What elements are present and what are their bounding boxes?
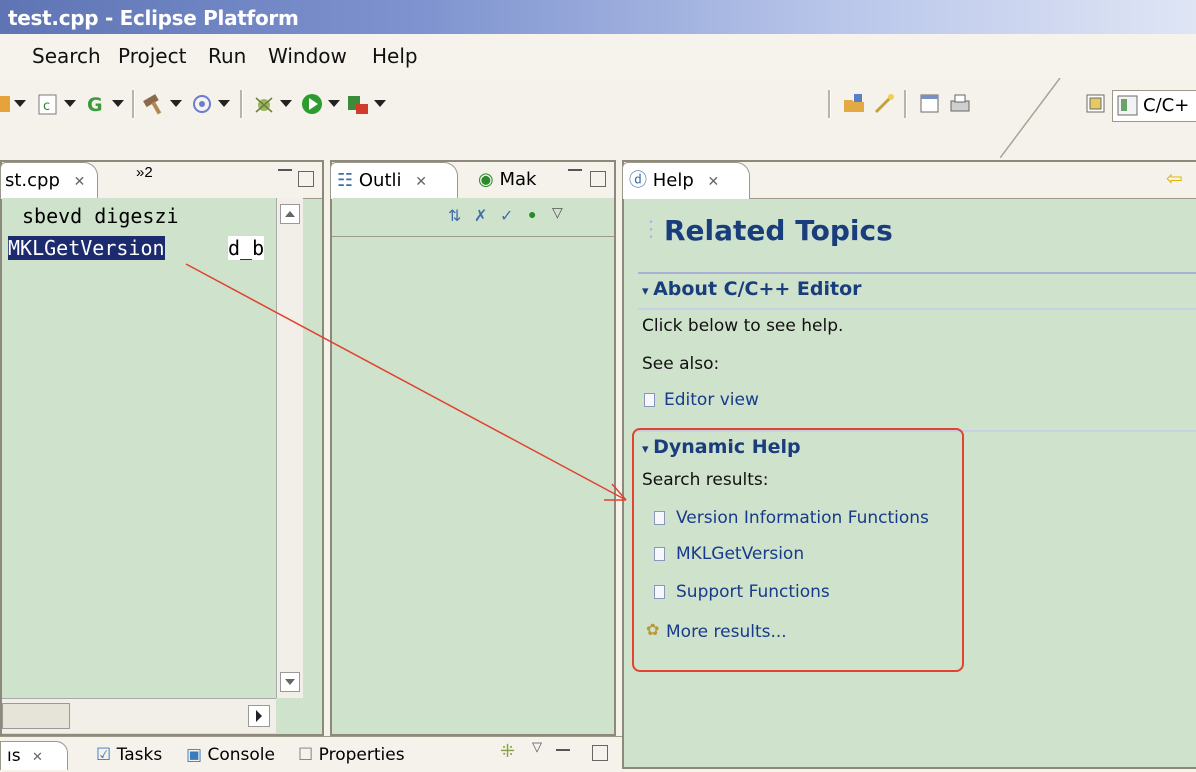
maximize-icon[interactable] (592, 745, 608, 761)
problems-tab-label: ıs (7, 746, 21, 766)
console-icon: ▣ (186, 745, 203, 765)
tab-tasks[interactable]: ☑ Tasks (96, 741, 162, 769)
close-icon[interactable]: ✕ (26, 750, 43, 765)
quick-access-icon[interactable]: ⁜ (500, 741, 515, 762)
tasks-tab-label: Tasks (116, 745, 163, 765)
properties-icon: ☐ (298, 745, 314, 765)
view-menu-icon[interactable]: ▽ (532, 739, 542, 755)
tasks-icon: ☑ (96, 745, 112, 765)
minimize-icon[interactable] (556, 749, 570, 755)
annotation-arrow (185, 263, 627, 501)
tab-console[interactable]: ▣ Console (186, 741, 275, 769)
properties-tab-label: Properties (318, 745, 405, 765)
bottom-tab-row: ıs ✕ ☑ Tasks ▣ Console ☐ Properties ⁜ ▽ (0, 736, 622, 770)
tab-problems[interactable]: ıs ✕ (0, 741, 68, 770)
tab-properties[interactable]: ☐ Properties (298, 741, 405, 769)
console-tab-label: Console (207, 745, 275, 765)
